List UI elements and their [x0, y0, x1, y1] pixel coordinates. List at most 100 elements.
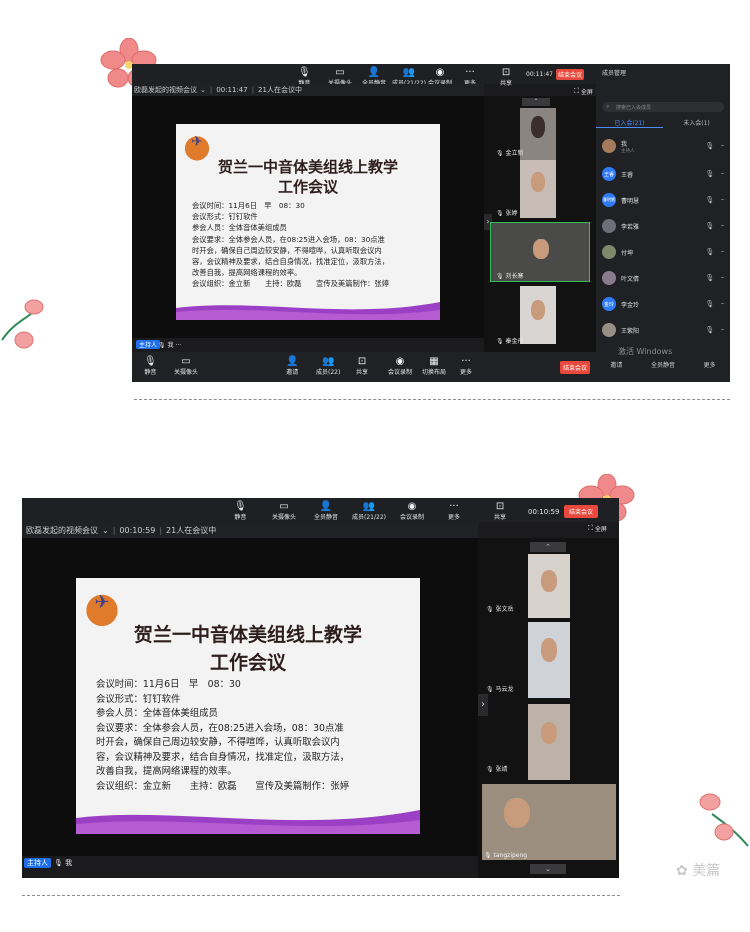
member-search-input[interactable]: ⌕ 搜索已入会成员 — [602, 102, 724, 112]
camera-button[interactable]: ▭关摄像头 — [272, 501, 296, 521]
me-label: 🎙 我 — [54, 859, 73, 867]
member-row[interactable]: 李若雅 🎙 ··· — [602, 214, 725, 238]
record-button[interactable]: ◉会议录制 — [388, 356, 412, 376]
me-label: 🎙 我 ··· — [158, 342, 182, 349]
flower-right-icon — [699, 793, 749, 847]
more-icon[interactable]: ··· — [720, 300, 725, 308]
share-button[interactable]: ⊡ 共享 — [494, 501, 506, 521]
video-tile[interactable] — [520, 286, 556, 344]
slide: ✈ 贺兰一中音体美组线上教学 工作会议 会议时间：11月6日 早 08：30 会… — [176, 124, 440, 320]
video-tile[interactable] — [520, 160, 556, 218]
tab-not-joined[interactable]: 未入会(1) — [663, 118, 730, 128]
member-row[interactable]: 付坤 🎙 ··· — [602, 240, 725, 264]
fullscreen-button[interactable]: ⛶ 全屏 — [574, 87, 593, 96]
mic-button[interactable]: 🎙静音 — [144, 356, 157, 376]
members-button[interactable]: 👥 成员(22) — [316, 356, 340, 376]
mic-icon[interactable]: 🎙 — [705, 248, 714, 256]
slide-line: 时开会，确保自己周边较安静，不得喧哗，认真听取会议内 — [96, 737, 340, 748]
share-button[interactable]: ⊡ 共享 — [356, 356, 368, 376]
end-meeting-button[interactable]: 结束会议 — [564, 505, 598, 518]
mute-all-icon: 👤 — [319, 501, 333, 512]
mic-button[interactable]: 🎙静音 — [234, 501, 247, 521]
slide-line: 容，会议精神及要求，结合自身情况，找准定位，汲取方法， — [192, 257, 390, 267]
invite-button[interactable]: 邀请 — [610, 360, 622, 374]
video-tile[interactable]: 🎙 tangzipeng — [482, 784, 616, 860]
slide-title-1: 贺兰一中音体美组线上教学 — [217, 158, 398, 176]
mute-all-button[interactable]: 👤全员静音 — [314, 501, 338, 521]
scroll-up-button[interactable]: ⌃ — [522, 98, 550, 106]
slide-body: 会议时间：11月6日 早 08：30 会议形式：钉钉软件 参会人员：全体音体美组… — [192, 200, 389, 290]
camera-button[interactable]: ▭关摄像头 — [174, 356, 198, 376]
tab-joined[interactable]: 已入会(21) — [596, 118, 663, 128]
video-name: 🎙 张文岳 — [486, 606, 514, 613]
members-button[interactable]: 👥成员(21/22) — [352, 501, 386, 521]
mute-all-button[interactable]: 全员静音 — [651, 360, 675, 374]
record-icon: ◉ — [407, 501, 417, 512]
share-icon: ⊡ — [501, 67, 511, 78]
panel-footer: 邀请 全员静音 更多 — [596, 360, 730, 374]
mic-icon: 🎙 — [234, 501, 247, 512]
mic-icon[interactable]: 🎙 — [705, 300, 714, 308]
share-button[interactable]: ⊡ 共享 — [500, 67, 512, 87]
more-icon: ··· — [461, 356, 471, 367]
video-tile[interactable] — [528, 622, 570, 698]
member-row[interactable]: 叶文倩 🎙 ··· — [602, 266, 725, 290]
more-button[interactable]: 更多 — [704, 360, 716, 374]
invite-button[interactable]: 👤 邀请 — [286, 356, 298, 376]
slide-line: 会议形式：钉钉软件 — [96, 693, 181, 705]
scroll-up-button[interactable]: ⌃ — [530, 542, 566, 552]
mic-icon[interactable]: 🎙 — [705, 196, 714, 204]
member-row[interactable]: 曹明慧 曹明慧 🎙 ··· — [602, 188, 725, 212]
chevron-down-icon[interactable]: ⌄ — [200, 86, 206, 94]
participants-count: 21人在会议中 — [258, 86, 302, 94]
search-icon: ⌕ — [606, 103, 610, 110]
more-icon[interactable]: ··· — [720, 142, 725, 150]
more-icon[interactable]: ··· — [720, 274, 725, 282]
member-row[interactable]: 王睿 王睿 🎙 ··· — [602, 162, 725, 186]
member-row[interactable]: 金玲 李金玲 🎙 ··· — [602, 292, 725, 316]
host-tag: 主持人 — [136, 340, 161, 349]
fullscreen-icon: ⛶ — [574, 87, 579, 95]
mic-icon[interactable]: 🎙 — [705, 274, 714, 282]
collapse-sidebar-button[interactable]: › — [478, 694, 488, 716]
mic-icon: 🎙 — [298, 67, 311, 78]
video-sidebar: › ⌃ 🎙 金立新 🎙 张婷 🎙 刘长寒 🎙 秦金丹 — [484, 96, 596, 352]
video-tile[interactable] — [528, 704, 570, 780]
meeting-window-2: 🎙 静音 ▭ 关摄像头 👤 全员静音 👥 成员(21/22) ◉ 会议录制 ··· 更多 ⊡… — [22, 498, 619, 878]
video-tile[interactable] — [520, 108, 556, 162]
slide-line: 会议组织：金立新 主持：欧磊 宣传及美篇制作：张婷 — [96, 780, 350, 792]
mic-icon[interactable]: 🎙 — [705, 222, 714, 230]
meeting-timer: 00:10:59 — [119, 525, 156, 535]
end-meeting-button[interactable]: 结束会议 — [556, 69, 584, 80]
mic-icon[interactable]: 🎙 — [705, 142, 714, 150]
slide-line: 参会人员：全体音体美组成员 — [192, 223, 287, 233]
mic-icon[interactable]: 🎙 — [705, 170, 714, 178]
more-icon[interactable]: ··· — [720, 248, 725, 256]
camera-icon: ▭ — [279, 501, 289, 512]
title-bar: 欧磊发起的视频会议 ⌄ | 00:11:47 | 21人在会议中 — [132, 84, 484, 96]
chevron-down-icon[interactable]: ⌄ — [102, 526, 109, 535]
slide-line: 参会人员：全体音体美组成员 — [96, 708, 218, 719]
more-button[interactable]: ···更多 — [448, 501, 460, 521]
more-icon[interactable]: ··· — [720, 170, 725, 178]
video-tile[interactable] — [528, 554, 570, 618]
fullscreen-icon: ⛶ — [588, 524, 593, 532]
mic-icon[interactable]: 🎙 — [705, 326, 714, 334]
end-meeting-button[interactable]: 结束会议 — [560, 361, 590, 374]
more-icon[interactable]: ··· — [720, 196, 725, 204]
camera-icon: ▭ — [181, 356, 191, 367]
video-name: 🎙 秦金丹 — [496, 338, 524, 345]
host-tag: 主持人 — [24, 858, 51, 868]
video-name: tangzipeng — [493, 852, 528, 859]
scroll-down-button[interactable]: ⌄ — [530, 864, 566, 874]
page: 🎙静音 ▭关摄像头 👤全员静音 👥成员(21/22) ◉会议录制 ···更多 ⊡… — [0, 0, 750, 932]
layout-button[interactable]: ▦ 切换布局 — [422, 356, 446, 376]
fullscreen-button[interactable]: ⛶ 全屏 — [588, 524, 607, 533]
more-icon[interactable]: ··· — [720, 326, 725, 334]
more-icon[interactable]: ··· — [720, 222, 725, 230]
member-row[interactable]: 王紫阳 🎙 ··· — [602, 318, 725, 342]
record-button[interactable]: ◉会议录制 — [400, 501, 424, 521]
brand-logo-icon: ✿ — [676, 863, 688, 879]
more-button[interactable]: ···更多 — [460, 356, 472, 376]
member-row[interactable]: 我主持人 🎙 ··· — [602, 134, 725, 158]
